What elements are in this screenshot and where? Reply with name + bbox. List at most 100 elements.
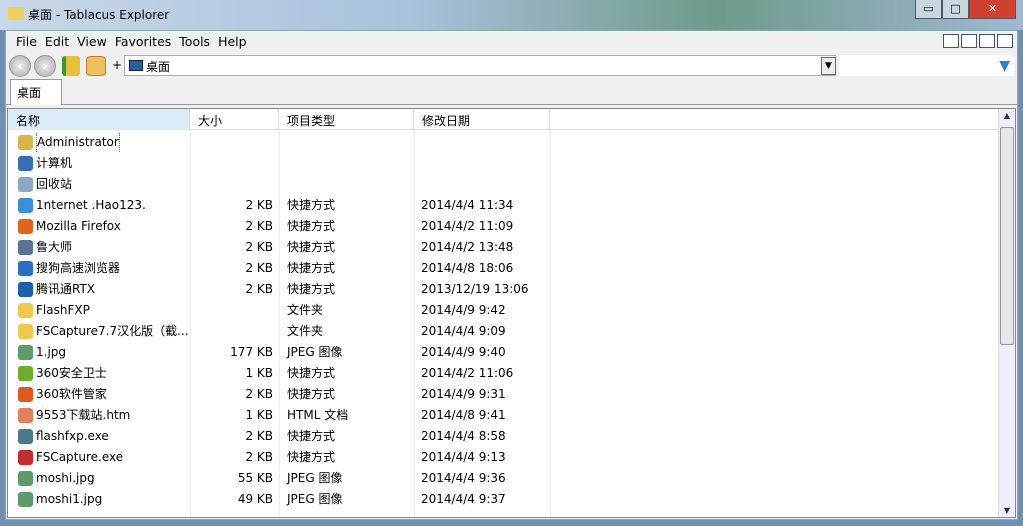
scroll-down-icon[interactable]: ▼ (999, 506, 1015, 515)
up-folder-icon[interactable] (62, 56, 80, 76)
file-name: flashfxp.exe (36, 429, 109, 443)
filter-icon[interactable]: ▼ (999, 58, 1010, 74)
file-size: 2 KB (245, 282, 273, 296)
file-name-cell: 9553下载站.htm (8, 405, 190, 426)
file-date (414, 132, 550, 153)
file-row[interactable]: FSCapture.exe 2 KB 快捷方式 2014/4/4 9:13 (8, 447, 550, 468)
file-type (279, 132, 414, 153)
menu-file[interactable]: File (12, 33, 41, 51)
file-type: 快捷方式 (287, 261, 336, 275)
file-size (190, 153, 279, 174)
file-date (414, 174, 550, 195)
file-date: 2014/4/9 9:31 (421, 387, 506, 401)
vertical-scrollbar[interactable]: ▲ ▼ (998, 109, 1015, 517)
file-icon (18, 408, 33, 423)
file-size (190, 300, 279, 321)
file-name-cell: 搜狗高速浏览器 (8, 258, 190, 279)
file-row[interactable]: FlashFXP 文件夹 2014/4/9 9:42 (8, 300, 550, 321)
file-row[interactable]: 回收站 (8, 174, 550, 195)
menu-favorites[interactable]: Favorites (111, 33, 175, 51)
folder-icon (8, 7, 24, 20)
file-icon (18, 492, 33, 507)
title-bar: 桌面 - Tablacus Explorer ▭ □ ✕ (0, 0, 1023, 30)
file-type: 快捷方式 (287, 429, 336, 443)
file-name: moshi1.jpg (36, 492, 103, 506)
new-tab-button[interactable]: + (112, 58, 122, 72)
address-bar[interactable]: 桌面 ▼ (124, 55, 836, 76)
forward-button[interactable]: › (34, 55, 56, 77)
file-type: HTML 文档 (287, 408, 349, 422)
menu-tools[interactable]: Tools (175, 33, 214, 51)
file-row[interactable]: flashfxp.exe 2 KB 快捷方式 2014/4/4 8:58 (8, 426, 550, 447)
file-type: 快捷方式 (287, 366, 336, 380)
scroll-thumb[interactable] (1000, 127, 1014, 345)
search-input[interactable]: ▼ (839, 55, 1014, 76)
file-list: 名称 大小 项目类型 修改日期 Administrator 计算机 回收站 1n… (7, 108, 1016, 518)
menu-bar: File Edit View Favorites Tools Help (12, 33, 251, 51)
file-date: 2013/12/19 13:06 (421, 282, 529, 296)
file-size: 2 KB (245, 198, 273, 212)
file-date: 2014/4/4 9:13 (421, 450, 506, 464)
file-row[interactable]: Administrator (8, 132, 550, 153)
menu-help[interactable]: Help (214, 33, 251, 51)
file-name-cell: FSCapture.exe (8, 447, 190, 468)
file-icon (18, 135, 33, 150)
file-row[interactable]: 腾讯通RTX 2 KB 快捷方式 2013/12/19 13:06 (8, 279, 550, 300)
folder-tree-icon[interactable] (86, 56, 106, 76)
file-name-cell: 回收站 (8, 174, 190, 195)
tab-desktop[interactable]: 桌面 (10, 79, 62, 105)
maximize-button[interactable]: □ (942, 0, 969, 19)
file-row[interactable]: moshi.jpg 55 KB JPEG 图像 2014/4/4 9:36 (8, 468, 550, 489)
desktop-icon (129, 60, 143, 71)
column-date[interactable]: 修改日期 (414, 109, 550, 130)
file-name-cell: 360软件管家 (8, 384, 190, 405)
file-date: 2014/4/2 11:09 (421, 219, 514, 233)
minimize-button[interactable]: ▭ (915, 0, 942, 19)
file-type: 快捷方式 (287, 282, 336, 296)
layout-3-icon[interactable] (979, 34, 995, 48)
column-size[interactable]: 大小 (190, 109, 279, 130)
file-name-cell: moshi.jpg (8, 468, 190, 489)
file-row[interactable]: 1nternet .Hao123. 2 KB 快捷方式 2014/4/4 11:… (8, 195, 550, 216)
back-button[interactable]: ‹ (9, 55, 31, 77)
file-row[interactable]: 鲁大师 2 KB 快捷方式 2014/4/2 13:48 (8, 237, 550, 258)
explorer-window: File Edit View Favorites Tools Help ‹ › … (5, 30, 1018, 520)
file-icon (18, 387, 33, 402)
file-size: 2 KB (245, 240, 273, 254)
file-icon (18, 156, 33, 171)
file-row[interactable]: 360安全卫士 1 KB 快捷方式 2014/4/2 11:06 (8, 363, 550, 384)
file-size: 1 KB (245, 366, 273, 380)
menu-edit[interactable]: Edit (41, 33, 73, 51)
layout-2-icon[interactable] (961, 34, 977, 48)
file-name-cell: 360安全卫士 (8, 363, 190, 384)
address-dropdown-button[interactable]: ▼ (821, 57, 836, 75)
file-name: 回收站 (36, 177, 73, 191)
layout-4-icon[interactable] (997, 34, 1013, 48)
file-name: FSCapture7.7汉化版（截... (36, 324, 189, 338)
scroll-up-icon[interactable]: ▲ (999, 111, 1015, 120)
file-row[interactable]: 1.jpg 177 KB JPEG 图像 2014/4/9 9:40 (8, 342, 550, 363)
file-row[interactable]: 计算机 (8, 153, 550, 174)
file-date: 2014/4/9 9:40 (421, 345, 506, 359)
file-row[interactable]: 360软件管家 2 KB 快捷方式 2014/4/9 9:31 (8, 384, 550, 405)
file-size (190, 321, 279, 342)
file-row[interactable]: 9553下载站.htm 1 KB HTML 文档 2014/4/8 9:41 (8, 405, 550, 426)
layout-1-icon[interactable] (943, 34, 959, 48)
file-row[interactable]: 搜狗高速浏览器 2 KB 快捷方式 2014/4/8 18:06 (8, 258, 550, 279)
file-size: 49 KB (237, 492, 273, 506)
file-type: 快捷方式 (287, 219, 336, 233)
column-name[interactable]: 名称 (8, 109, 190, 130)
file-size: 2 KB (245, 387, 273, 401)
file-row[interactable]: moshi1.jpg 49 KB JPEG 图像 2014/4/4 9:37 (8, 489, 550, 510)
file-name: 计算机 (36, 156, 73, 170)
file-name: 1nternet .Hao123. (36, 198, 146, 212)
file-row[interactable]: Mozilla Firefox 2 KB 快捷方式 2014/4/2 11:09 (8, 216, 550, 237)
file-date: 2014/4/4 8:58 (421, 429, 506, 443)
file-row[interactable]: FSCapture7.7汉化版（截... 文件夹 2014/4/4 9:09 (8, 321, 550, 342)
file-type: JPEG 图像 (287, 345, 343, 359)
file-icon (18, 177, 33, 192)
menu-view[interactable]: View (73, 33, 111, 51)
close-button[interactable]: ✕ (969, 0, 1016, 19)
file-icon (18, 240, 33, 255)
column-type[interactable]: 项目类型 (279, 109, 414, 130)
